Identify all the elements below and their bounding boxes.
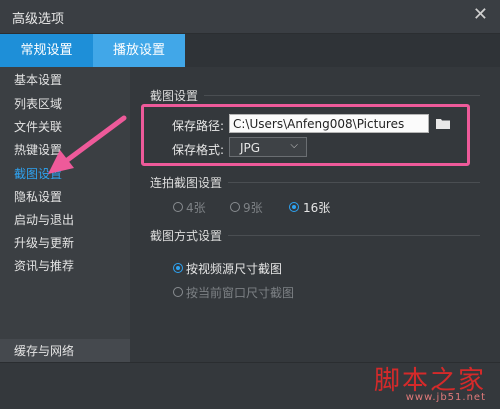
- radio-9-label: 9张: [243, 201, 263, 215]
- radio-9[interactable]: [230, 202, 240, 212]
- radio-4[interactable]: [173, 202, 183, 212]
- sidebar-item-cache-network[interactable]: 缓存与网络: [0, 339, 130, 363]
- radio-window-size[interactable]: [173, 287, 183, 297]
- tab-playback-settings[interactable]: 播放设置: [93, 34, 185, 67]
- radio-video-source-size[interactable]: [173, 263, 183, 273]
- screenshot-settings-title: 截图设置: [150, 89, 199, 103]
- watermark-url: www.jb51.net: [405, 392, 486, 403]
- sidebar-item-upgrade[interactable]: 升级与更新: [0, 232, 130, 254]
- radio-4-label: 4张: [186, 201, 206, 215]
- radio-window-size-label: 按当前窗口尺寸截图: [186, 286, 295, 300]
- radio-16-label: 16张: [303, 201, 331, 215]
- sidebar-item-startup-exit[interactable]: 启动与退出: [0, 209, 130, 231]
- radio-16[interactable]: [289, 202, 299, 212]
- divider: [228, 235, 480, 236]
- close-icon[interactable]: ✕: [473, 4, 488, 25]
- sidebar-item-privacy[interactable]: 隐私设置: [0, 186, 130, 208]
- burst-settings-title: 连拍截图设置: [150, 176, 223, 190]
- annotation-highlight-box: [141, 104, 470, 166]
- tab-general-settings[interactable]: 常规设置: [0, 34, 93, 67]
- sidebar-item-basic[interactable]: 基本设置: [0, 69, 130, 91]
- title-bar: 高级选项 ✕: [0, 0, 500, 34]
- radio-video-source-size-label: 按视频源尺寸截图: [186, 262, 283, 276]
- divider: [228, 182, 480, 183]
- capture-mode-title: 截图方式设置: [150, 229, 223, 243]
- window-title: 高级选项: [12, 12, 65, 27]
- settings-window: 高级选项 ✕ 常规设置 播放设置 基本设置 列表区域 文件关联 热键设置 截图设…: [0, 0, 500, 409]
- pink-arrow-icon: [48, 115, 127, 174]
- divider: [204, 95, 480, 96]
- tab-bar: 常规设置 播放设置: [0, 34, 500, 67]
- sidebar-item-news[interactable]: 资讯与推荐: [0, 255, 130, 277]
